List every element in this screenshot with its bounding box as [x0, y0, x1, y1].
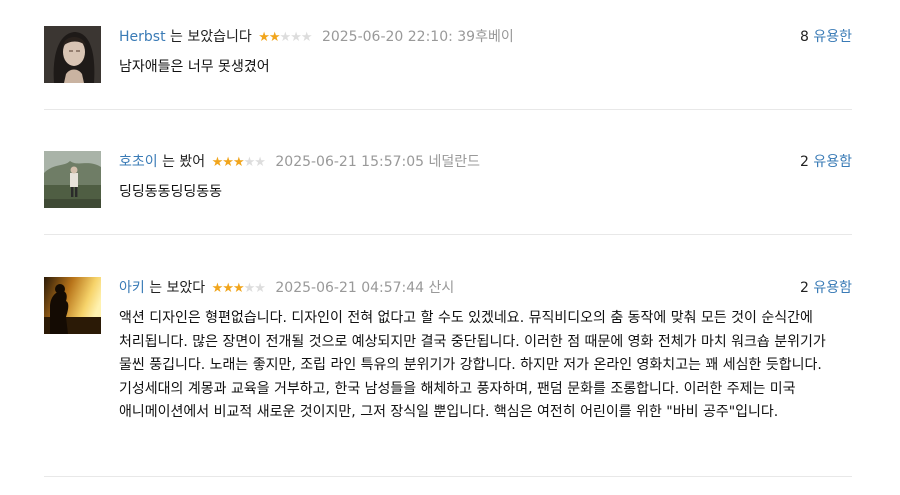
username-link[interactable]: 호초이	[119, 154, 158, 170]
star-filled-icon: ★	[232, 155, 245, 170]
star-empty-icon: ★	[254, 281, 266, 296]
avatar[interactable]	[44, 26, 101, 83]
useful-vote-button[interactable]: 8 유용한	[800, 26, 852, 48]
divider	[44, 234, 852, 235]
avatar-image	[44, 26, 101, 83]
star-filled-icon: ★	[268, 30, 281, 45]
divider	[44, 476, 852, 477]
star-empty-icon: ★	[290, 30, 302, 45]
star-filled-icon: ★	[258, 30, 270, 45]
vote-count: 2	[799, 154, 809, 170]
rating-stars: ★★★★★	[211, 278, 266, 300]
star-empty-icon: ★	[243, 281, 256, 296]
comment-meta: 2025-06-21 04:57:44 산시	[275, 280, 455, 296]
vote-label: 유용한	[813, 29, 852, 45]
vote-label: 유용함	[813, 154, 852, 170]
comment-text: 딩딩동동딩딩동동	[119, 184, 223, 200]
star-empty-icon: ★	[243, 155, 256, 170]
star-empty-icon: ★	[300, 30, 313, 45]
star-filled-icon: ★	[211, 155, 224, 170]
vote-count: 2	[799, 280, 809, 296]
comment-text: 액션 디자인은 형편없습니다. 디자인이 전혀 없다고 할 수도 있겠네요. 뮤…	[119, 310, 826, 420]
avatar[interactable]	[44, 151, 101, 208]
comment-header: Herbst 는 보았습니다 ★★★★★ 2025-06-20 22:10: 3…	[119, 26, 852, 48]
vote-label: 유용함	[813, 280, 852, 296]
comment-meta: 2025-06-21 15:57:05 네덜란드	[275, 154, 481, 170]
rating-stars: ★★★★★	[211, 152, 266, 174]
watch-status: 는 보았다	[149, 280, 206, 296]
comment-header: 아키 는 보았다 ★★★★★ 2025-06-21 04:57:44 산시 2 …	[119, 277, 852, 299]
star-filled-icon: ★	[232, 281, 245, 296]
rating-stars: ★★★★★	[258, 27, 313, 49]
comment-text: 남자애들은 너무 못생겼어	[119, 59, 270, 75]
comment-meta: 2025-06-20 22:10: 39후베이	[321, 29, 514, 45]
watch-status: 는 보았습니다	[170, 29, 252, 45]
useful-vote-button[interactable]: 2 유용함	[800, 151, 852, 173]
watch-status: 는 봤어	[162, 154, 206, 170]
username-link[interactable]: 아키	[119, 280, 145, 296]
avatar-image	[44, 151, 101, 208]
useful-vote-button[interactable]: 2 유용함	[800, 277, 852, 299]
username-link[interactable]: Herbst	[119, 29, 166, 45]
avatar[interactable]	[44, 277, 101, 334]
star-empty-icon: ★	[279, 30, 292, 45]
comment-list: Herbst 는 보았습니다 ★★★★★ 2025-06-20 22:10: 3…	[0, 0, 900, 495]
divider	[44, 109, 852, 110]
star-filled-icon: ★	[222, 281, 234, 296]
star-empty-icon: ★	[254, 155, 266, 170]
vote-count: 8	[799, 29, 809, 45]
comment-header: 호초이 는 봤어 ★★★★★ 2025-06-21 15:57:05 네덜란드 …	[119, 151, 852, 173]
star-filled-icon: ★	[222, 155, 234, 170]
avatar-image	[44, 277, 101, 334]
star-filled-icon: ★	[211, 281, 224, 296]
